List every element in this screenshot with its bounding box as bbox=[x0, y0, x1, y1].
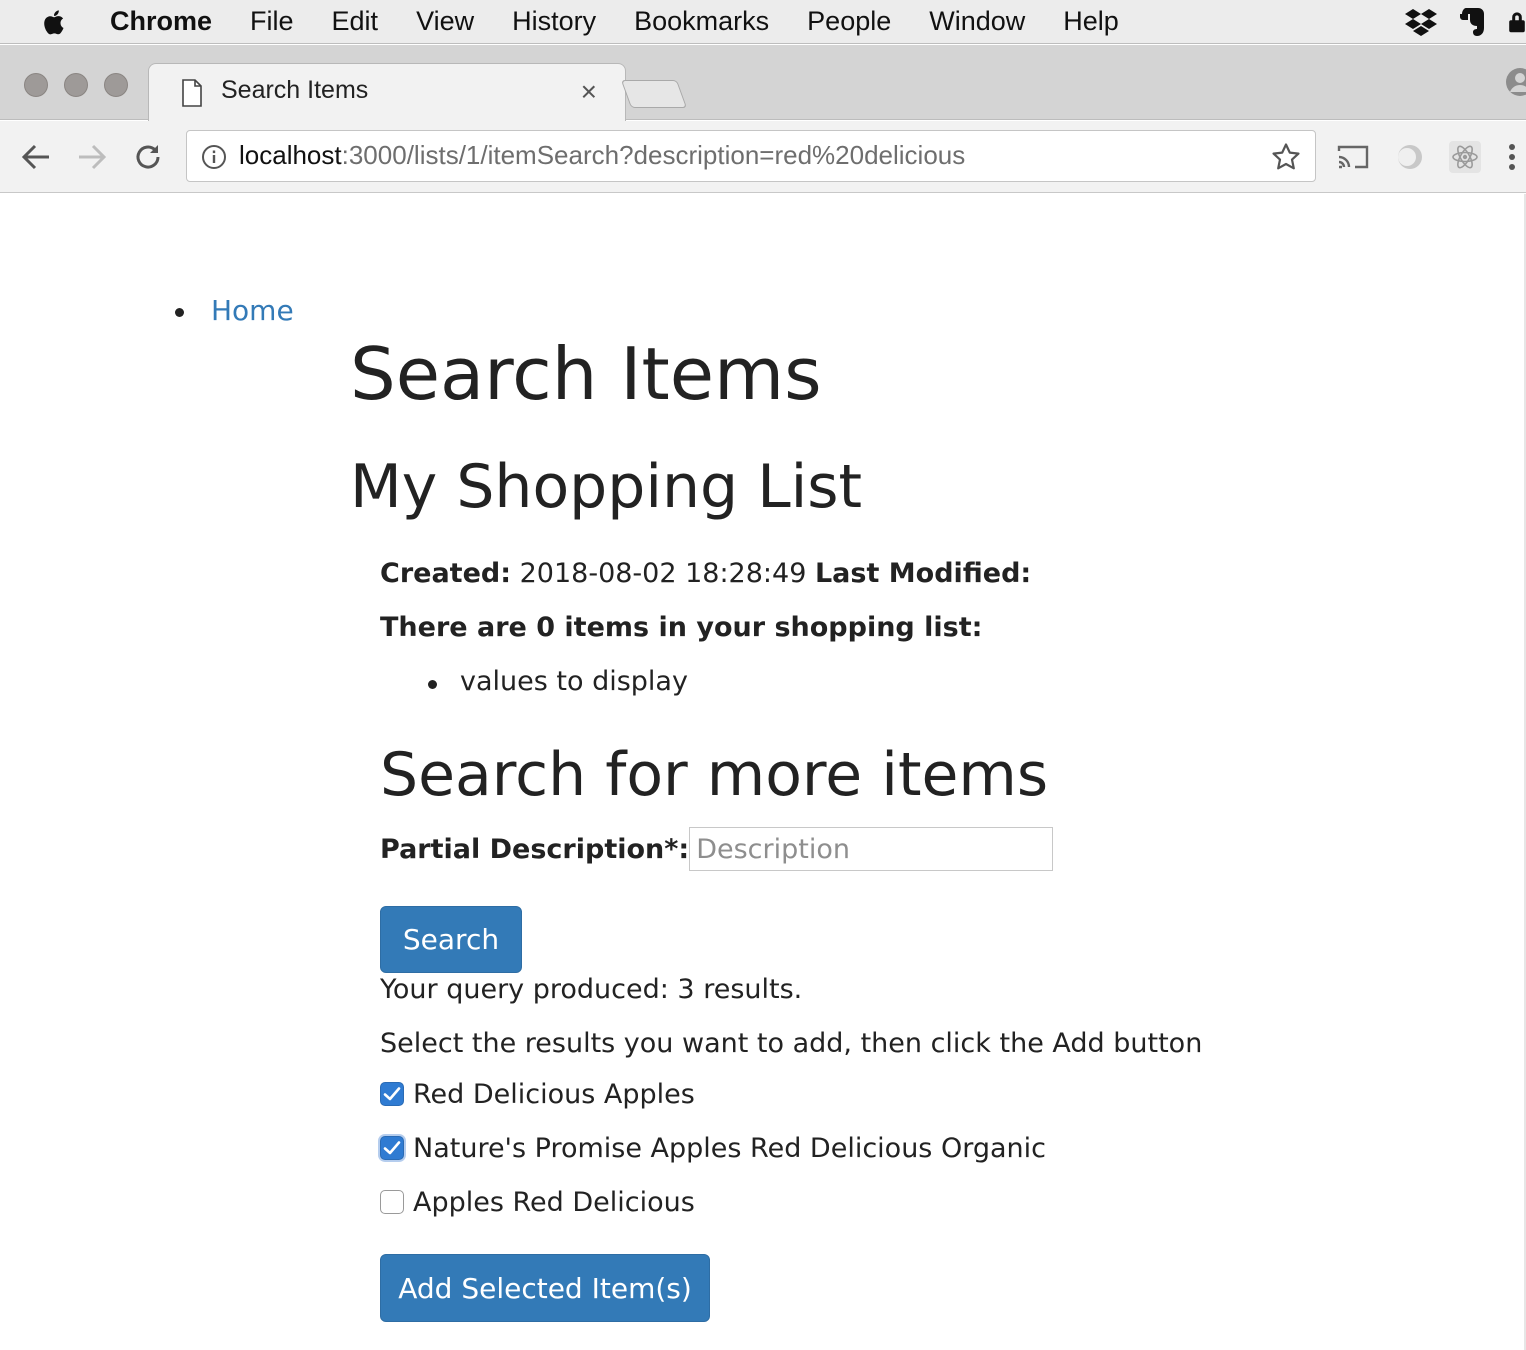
profile-icon[interactable] bbox=[1496, 65, 1526, 99]
menu-kebab-icon[interactable] bbox=[1497, 140, 1526, 174]
dropbox-icon[interactable] bbox=[1404, 5, 1438, 39]
browser-toolbar: localhost:3000/lists/1/itemSearch?descri… bbox=[0, 121, 1526, 193]
result-label: Nature's Promise Apples Red Delicious Or… bbox=[413, 1132, 1046, 1164]
created-value: 2018-08-02 18:28:49 bbox=[519, 558, 807, 589]
search-button[interactable]: Search bbox=[380, 906, 522, 973]
reload-icon[interactable] bbox=[130, 139, 166, 175]
list-item-bullet bbox=[428, 680, 437, 689]
description-label: Partial Description*: bbox=[380, 833, 690, 865]
url-path: :3000/lists/1/itemSearch?description=red… bbox=[341, 140, 966, 170]
list-name-heading: My Shopping List bbox=[350, 452, 863, 522]
query-result-text: Your query produced: 3 results. bbox=[380, 974, 803, 1005]
item-count-text: There are 0 items in your shopping list: bbox=[380, 612, 983, 643]
nav-bullet bbox=[175, 308, 184, 317]
apple-menu-icon[interactable] bbox=[0, 6, 110, 38]
menu-edit[interactable]: Edit bbox=[332, 6, 379, 37]
page-title: Search Items bbox=[350, 332, 822, 416]
menu-help[interactable]: Help bbox=[1063, 6, 1119, 37]
result-checkbox[interactable] bbox=[380, 1136, 404, 1160]
browser-tab-strip: Search Items × bbox=[0, 45, 1526, 121]
checkmark-icon bbox=[383, 1087, 401, 1101]
instructions-text: Select the results you want to add, then… bbox=[380, 1028, 1203, 1059]
add-selected-items-button[interactable]: Add Selected Item(s) bbox=[380, 1254, 710, 1322]
tab-search-items[interactable]: Search Items × bbox=[148, 63, 626, 121]
info-icon[interactable] bbox=[201, 144, 227, 170]
home-link[interactable]: Home bbox=[211, 294, 294, 327]
tab-title: Search Items bbox=[221, 76, 369, 104]
result-checkbox[interactable] bbox=[380, 1082, 404, 1106]
description-input[interactable] bbox=[689, 827, 1054, 871]
back-icon[interactable] bbox=[18, 139, 54, 175]
os-menu-bar: Chrome File Edit View History Bookmarks … bbox=[0, 0, 1526, 44]
url-text: localhost:3000/lists/1/itemSearch?descri… bbox=[239, 140, 965, 171]
list-meta: Created: 2018-08-02 18:28:49 Last Modifi… bbox=[380, 558, 1031, 589]
cast-icon[interactable] bbox=[1336, 140, 1370, 174]
document-icon bbox=[182, 79, 202, 107]
last-modified-label: Last Modified: bbox=[814, 558, 1032, 589]
menu-history[interactable]: History bbox=[512, 6, 596, 37]
window-zoom-button[interactable] bbox=[104, 73, 128, 97]
page-content: Home Search Items My Shopping List Creat… bbox=[0, 194, 1526, 1350]
result-item-apples-red-delicious[interactable]: Apples Red Delicious bbox=[380, 1184, 695, 1220]
created-label: Created: bbox=[380, 558, 512, 589]
extension-circle-icon[interactable] bbox=[1393, 140, 1427, 174]
menu-people[interactable]: People bbox=[807, 6, 891, 37]
result-checkbox[interactable] bbox=[380, 1190, 404, 1214]
bookmark-star-icon[interactable] bbox=[1271, 142, 1301, 172]
tab-close-icon[interactable]: × bbox=[581, 76, 597, 108]
result-label: Red Delicious Apples bbox=[413, 1078, 695, 1110]
react-devtools-icon[interactable] bbox=[1448, 140, 1482, 174]
menu-bookmarks[interactable]: Bookmarks bbox=[634, 6, 769, 37]
forward-icon[interactable] bbox=[74, 139, 110, 175]
address-bar[interactable]: localhost:3000/lists/1/itemSearch?descri… bbox=[186, 130, 1316, 182]
window-close-button[interactable] bbox=[24, 73, 48, 97]
menu-window[interactable]: Window bbox=[929, 6, 1025, 37]
result-item-red-delicious-apples[interactable]: Red Delicious Apples bbox=[380, 1076, 695, 1112]
checkmark-icon bbox=[383, 1141, 401, 1155]
list-item: values to display bbox=[460, 666, 688, 697]
evernote-icon[interactable] bbox=[1456, 5, 1490, 39]
menu-app-name[interactable]: Chrome bbox=[110, 6, 212, 37]
url-host: localhost bbox=[239, 140, 342, 170]
search-form: Partial Description*: bbox=[380, 826, 1054, 872]
window-minimize-button[interactable] bbox=[64, 73, 88, 97]
menu-view[interactable]: View bbox=[416, 6, 474, 37]
new-tab-button[interactable] bbox=[620, 80, 688, 108]
search-heading: Search for more items bbox=[380, 740, 1049, 810]
menu-file[interactable]: File bbox=[250, 6, 294, 37]
result-item-natures-promise[interactable]: Nature's Promise Apples Red Delicious Or… bbox=[380, 1130, 1046, 1166]
menu-tray bbox=[1404, 0, 1526, 44]
result-label: Apples Red Delicious bbox=[413, 1186, 695, 1218]
lock-icon[interactable] bbox=[1508, 5, 1526, 39]
